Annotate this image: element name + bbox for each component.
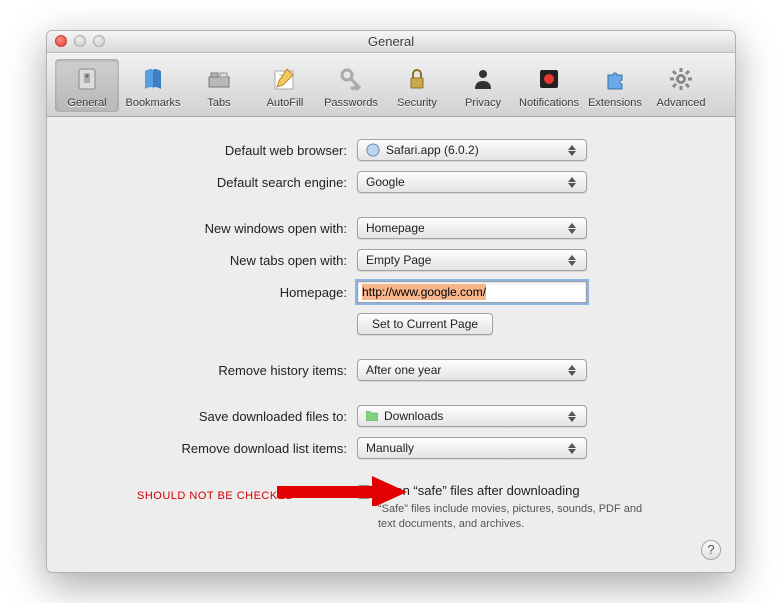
toolbar-item-tabs[interactable]: Tabs	[187, 59, 251, 112]
remove-history-value: After one year	[366, 363, 441, 377]
zoom-icon[interactable]	[93, 35, 105, 47]
toolbar-item-label: Passwords	[324, 97, 378, 109]
remove-downloads-value: Manually	[366, 441, 414, 455]
minimize-icon[interactable]	[74, 35, 86, 47]
toolbar-item-label: AutoFill	[267, 97, 304, 109]
toolbar-item-label: General	[67, 97, 106, 109]
preferences-toolbar: General Bookmarks Tabs AutoFill Passwords Sec…	[47, 53, 735, 117]
toolbar-item-label: Bookmarks	[125, 97, 180, 109]
save-downloads-dropdown[interactable]: Downloads	[357, 405, 587, 427]
chevron-updown-icon	[564, 174, 580, 190]
toolbar-item-label: Advanced	[657, 97, 706, 109]
pencil-icon	[269, 63, 301, 95]
switch-icon	[71, 63, 103, 95]
key-icon	[335, 63, 367, 95]
toolbar-item-passwords[interactable]: Passwords	[319, 59, 383, 112]
default-search-dropdown[interactable]: Google	[357, 171, 587, 193]
titlebar: General	[47, 31, 735, 53]
safari-icon	[366, 143, 380, 157]
preferences-window: General General Bookmarks Tabs AutoFill Pass…	[46, 30, 736, 573]
toolbar-item-bookmarks[interactable]: Bookmarks	[121, 59, 185, 112]
toolbar-item-label: Notifications	[519, 97, 579, 109]
default-browser-value: Safari.app (6.0.2)	[386, 143, 479, 157]
set-current-page-button[interactable]: Set to Current Page	[357, 313, 493, 335]
homepage-value: http://www.google.com/	[362, 284, 486, 300]
annotation-text: SHOULD NOT BE CHECKED	[137, 490, 294, 502]
tabs-icon	[203, 63, 235, 95]
chevron-updown-icon	[564, 142, 580, 158]
folder-icon	[366, 411, 378, 421]
chevron-updown-icon	[564, 440, 580, 456]
content-pane: Default web browser: Safari.app (6.0.2) …	[47, 117, 735, 572]
window-controls	[55, 35, 105, 47]
chevron-updown-icon	[564, 362, 580, 378]
puzzle-icon	[599, 63, 631, 95]
label-default-browser: Default web browser:	[87, 143, 357, 158]
toolbar-item-security[interactable]: Security	[385, 59, 449, 112]
toolbar-item-label: Privacy	[465, 97, 501, 109]
label-remove-history: Remove history items:	[87, 363, 357, 378]
gear-icon	[665, 63, 697, 95]
record-icon	[533, 63, 565, 95]
help-button[interactable]: ?	[701, 540, 721, 560]
save-downloads-value: Downloads	[384, 409, 443, 423]
toolbar-item-label: Extensions	[588, 97, 642, 109]
label-remove-downloads: Remove download list items:	[87, 441, 357, 456]
lock-icon	[401, 63, 433, 95]
person-icon	[467, 63, 499, 95]
toolbar-item-advanced[interactable]: Advanced	[649, 59, 713, 112]
default-browser-dropdown[interactable]: Safari.app (6.0.2)	[357, 139, 587, 161]
annotation-arrow-icon	[277, 476, 407, 506]
chevron-updown-icon	[564, 220, 580, 236]
remove-downloads-dropdown[interactable]: Manually	[357, 437, 587, 459]
new-tabs-dropdown[interactable]: Empty Page	[357, 249, 587, 271]
toolbar-item-label: Security	[397, 97, 437, 109]
open-safe-files-description: “Safe” files include movies, pictures, s…	[378, 502, 648, 532]
toolbar-item-general[interactable]: General	[55, 59, 119, 112]
book-icon	[137, 63, 169, 95]
close-icon[interactable]	[55, 35, 67, 47]
window-title: General	[47, 34, 735, 49]
toolbar-item-notifications[interactable]: Notifications	[517, 59, 581, 112]
toolbar-item-autofill[interactable]: AutoFill	[253, 59, 317, 112]
label-new-tabs: New tabs open with:	[87, 253, 357, 268]
toolbar-item-privacy[interactable]: Privacy	[451, 59, 515, 112]
open-safe-files-label[interactable]: Open “safe” files after downloading	[378, 483, 580, 498]
chevron-updown-icon	[564, 252, 580, 268]
homepage-field[interactable]: http://www.google.com/	[357, 281, 587, 303]
default-search-value: Google	[366, 175, 405, 189]
new-windows-dropdown[interactable]: Homepage	[357, 217, 587, 239]
new-tabs-value: Empty Page	[366, 253, 431, 267]
label-new-windows: New windows open with:	[87, 221, 357, 236]
label-default-search: Default search engine:	[87, 175, 357, 190]
chevron-updown-icon	[564, 408, 580, 424]
remove-history-dropdown[interactable]: After one year	[357, 359, 587, 381]
label-save-downloads: Save downloaded files to:	[87, 409, 357, 424]
new-windows-value: Homepage	[366, 221, 425, 235]
toolbar-item-label: Tabs	[207, 97, 230, 109]
label-homepage: Homepage:	[87, 285, 357, 300]
toolbar-item-extensions[interactable]: Extensions	[583, 59, 647, 112]
